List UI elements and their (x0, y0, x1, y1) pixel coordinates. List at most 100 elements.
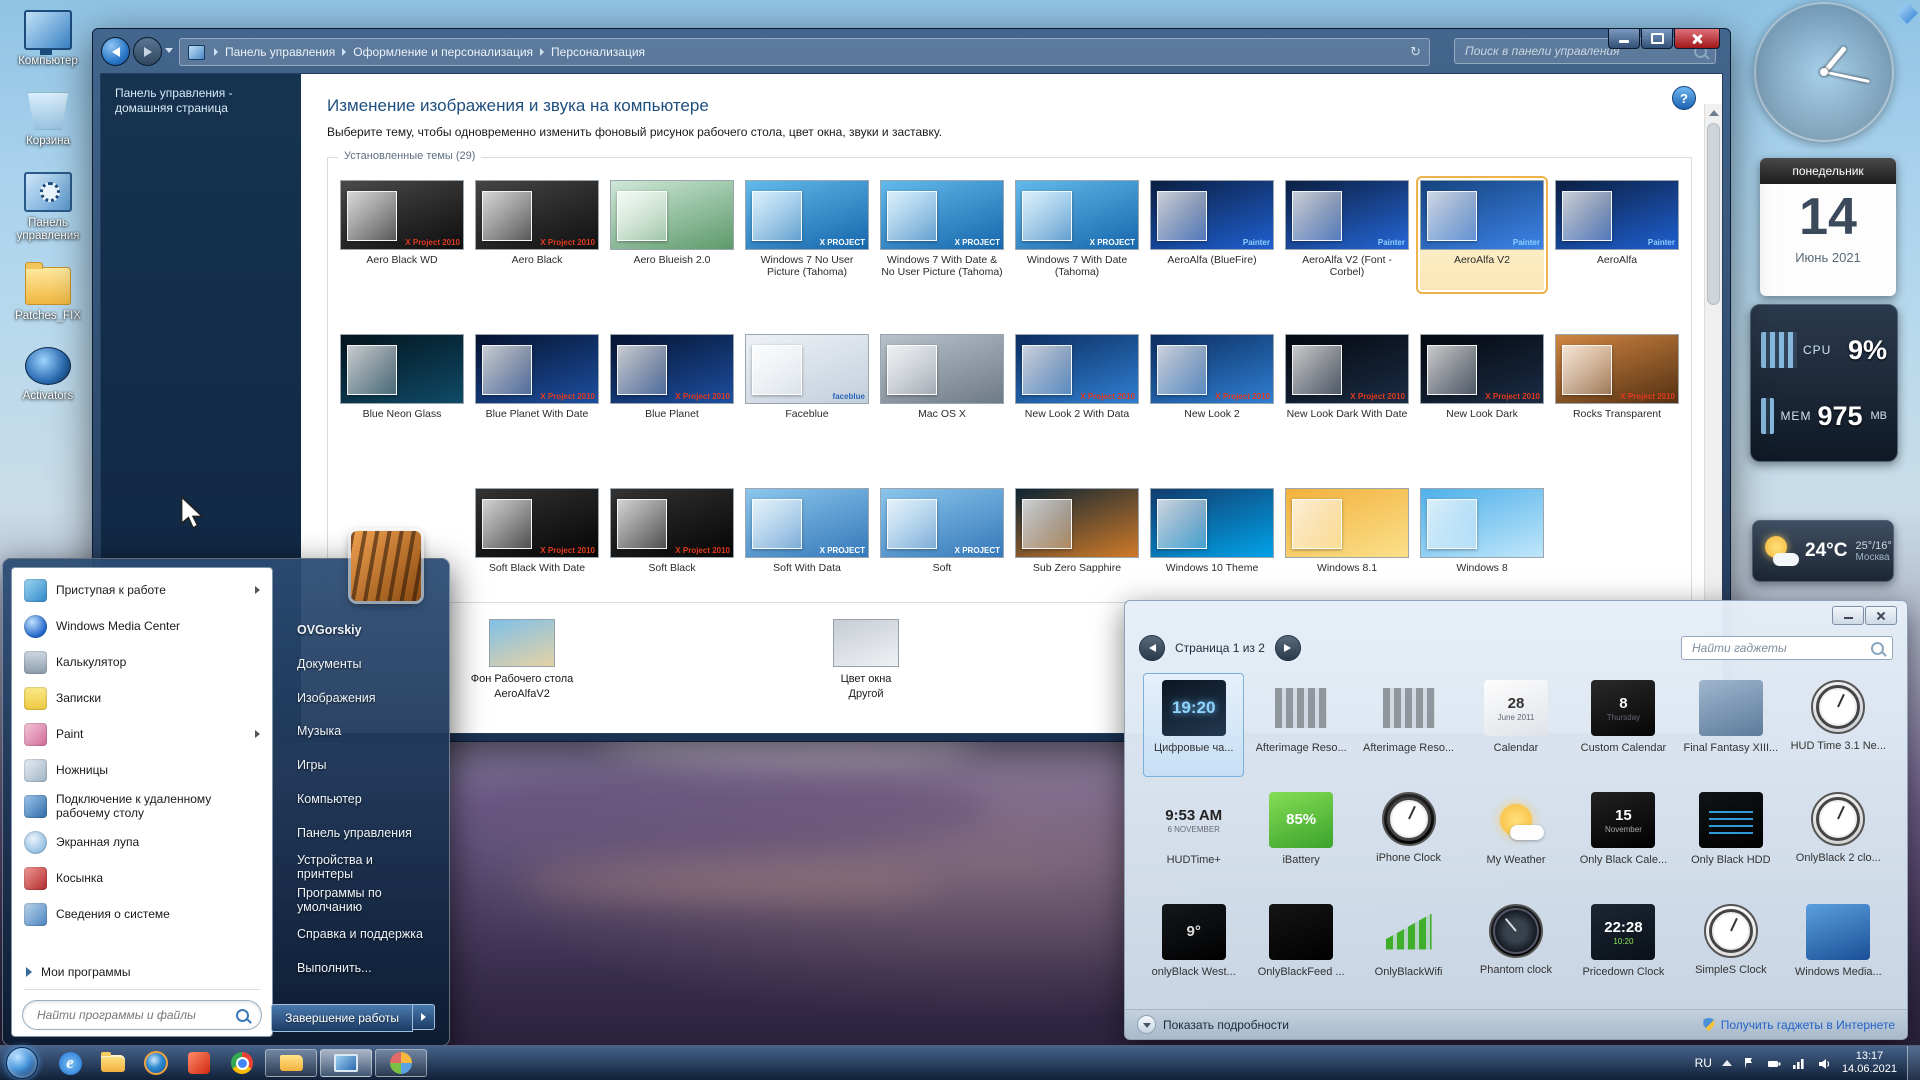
start-search-input[interactable] (35, 1007, 228, 1023)
start-menu-item[interactable]: Windows Media Center (16, 608, 268, 644)
scrollbar-thumb[interactable] (1707, 123, 1720, 305)
gadget-tile[interactable]: SimpleS Clock (1680, 897, 1781, 1001)
desktop-icon[interactable]: Activators (6, 347, 90, 403)
sidebar-home-link[interactable]: Панель управления - домашняя страница (115, 86, 265, 116)
gadget-tile[interactable]: 9:53 AM 6 NOVEMBER HUDTime+ (1143, 785, 1244, 889)
theme-item[interactable]: X PROJECT Soft With Data (745, 488, 869, 598)
start-menu-right-item[interactable]: Изображения (289, 681, 439, 715)
taskbar-button[interactable] (93, 1049, 133, 1077)
maximize-button[interactable] (1641, 29, 1673, 49)
theme-item[interactable]: Aero Blueish 2.0 (610, 180, 734, 290)
gadget-tile[interactable]: 15 November Only Black Cale... (1573, 785, 1674, 889)
desktop-icon[interactable]: Корзина (6, 92, 90, 148)
theme-item[interactable]: X Project 2010 Aero Black (475, 180, 599, 290)
gadget-tile[interactable]: Only Black HDD (1680, 785, 1781, 889)
taskbar-button[interactable] (179, 1049, 219, 1077)
start-menu-item[interactable]: Экранная лупа (16, 824, 268, 860)
start-menu-right-item[interactable]: Музыка (289, 714, 439, 748)
start-menu-right-item[interactable]: Устройства и принтеры (289, 850, 439, 884)
clock-tray[interactable]: 13:17 14.06.2021 (1842, 1050, 1897, 1076)
taskbar-button[interactable] (265, 1049, 317, 1077)
theme-item[interactable]: Mac OS X (880, 334, 1004, 444)
gadget-tile[interactable]: 9° onlyBlack West... (1143, 897, 1244, 1001)
network-icon[interactable] (1792, 1056, 1807, 1071)
gadget-tile[interactable]: 22:28 10:20 Pricedown Clock (1573, 897, 1674, 1001)
start-menu-item[interactable]: Калькулятор (16, 644, 268, 680)
start-menu-right-item[interactable]: Выполнить... (289, 951, 439, 985)
address-bar[interactable]: Панель управления Оформление и персонали… (179, 38, 1430, 66)
close-button[interactable] (1865, 606, 1897, 625)
all-programs-button[interactable]: Мои программы (16, 959, 268, 985)
theme-item[interactable]: X PROJECT Windows 7 With Date & No User … (880, 180, 1004, 290)
theme-item[interactable]: X Project 2010 New Look Dark With Date (1285, 334, 1409, 444)
theme-item[interactable]: Sub Zero Sapphire (1015, 488, 1139, 598)
start-menu-item[interactable]: Подключение к удаленному рабочему столу (16, 788, 268, 824)
gadget-tile[interactable]: Afterimage Reso... (1358, 673, 1459, 777)
start-menu-item[interactable]: Сведения о системе (16, 896, 268, 932)
calendar-gadget[interactable]: понедельник 14 Июнь 2021 (1760, 158, 1896, 296)
gadget-tile[interactable]: iPhone Clock (1358, 785, 1459, 889)
taskbar-button[interactable] (222, 1049, 262, 1077)
theme-item[interactable]: X Project 2010 Soft Black With Date (475, 488, 599, 598)
gadget-search-input[interactable] (1690, 640, 1865, 656)
taskbar-button[interactable] (375, 1049, 427, 1077)
start-menu-right-item[interactable]: Компьютер (289, 782, 439, 816)
start-menu-item[interactable]: Записки (16, 680, 268, 716)
desktop-icon[interactable]: Панель управления (6, 172, 90, 243)
theme-setting-item[interactable]: Цвет окна Другой (801, 619, 931, 700)
theme-item[interactable]: X Project 2010 New Look Dark (1420, 334, 1544, 444)
cpu-meter-gadget[interactable]: CPU 9% MEM 975 MB (1750, 304, 1898, 462)
start-menu-right-item[interactable]: Документы (289, 647, 439, 681)
start-menu-right-item[interactable]: Игры (289, 748, 439, 782)
desktop-icon[interactable]: Patches_FIX (6, 267, 90, 323)
theme-item[interactable]: Painter AeroAlfa (1555, 180, 1679, 290)
back-button[interactable] (101, 37, 130, 66)
theme-item[interactable]: X Project 2010 Aero Black WD (340, 180, 464, 290)
language-indicator[interactable]: RU (1695, 1056, 1712, 1070)
user-avatar[interactable] (351, 531, 421, 601)
gadget-tile[interactable]: Windows Media... (1788, 897, 1889, 1001)
gadget-tile[interactable]: OnlyBlackWifi (1358, 897, 1459, 1001)
gadget-tile[interactable]: 19:20 Цифровые ча... (1143, 673, 1244, 777)
show-details-button[interactable]: Показать подробности (1137, 1015, 1289, 1034)
gadget-tile[interactable]: 28 June 2011 Calendar (1465, 673, 1566, 777)
taskbar-button[interactable] (136, 1049, 176, 1077)
close-button[interactable] (1674, 29, 1720, 49)
gadget-tile[interactable]: 85% iBattery (1250, 785, 1351, 889)
theme-item[interactable]: Windows 8.1 (1285, 488, 1409, 598)
taskbar-button[interactable] (320, 1049, 372, 1077)
gadget-tile[interactable]: My Weather (1465, 785, 1566, 889)
start-menu-right-item[interactable]: Справка и поддержка (289, 917, 439, 951)
gadget-tile[interactable]: OnlyBlack 2 clo... (1788, 785, 1889, 889)
theme-item[interactable]: Painter AeroAlfa V2 (1420, 180, 1544, 290)
breadcrumb-item[interactable]: Панель управления (225, 45, 335, 59)
theme-setting-item[interactable]: Фон Рабочего стола AeroAlfaV2 (457, 619, 587, 700)
refresh-icon[interactable]: ↻ (1410, 44, 1421, 60)
battery-icon[interactable] (1767, 1056, 1782, 1071)
gadget-tile[interactable]: Phantom clock (1465, 897, 1566, 1001)
minimize-button[interactable] (1832, 606, 1864, 625)
forward-button[interactable] (133, 37, 162, 66)
minimize-button[interactable] (1608, 29, 1640, 49)
get-gadgets-online-link[interactable]: Получить гаджеты в Интернете (1703, 1018, 1895, 1032)
gadget-tile[interactable]: Final Fantasy XIII... (1680, 673, 1781, 777)
volume-icon[interactable] (1817, 1056, 1832, 1071)
shutdown-options-arrow[interactable] (413, 1004, 435, 1030)
start-button[interactable] (6, 1047, 38, 1079)
theme-item[interactable]: X PROJECT Windows 7 No User Picture (Tah… (745, 180, 869, 290)
breadcrumb-item[interactable]: Персонализация (551, 45, 645, 59)
theme-item[interactable]: X Project 2010 Blue Planet (610, 334, 734, 444)
start-menu-right-item[interactable]: OVGorskiy (289, 613, 439, 647)
theme-item[interactable]: Blue Neon Glass (340, 334, 464, 444)
theme-item[interactable]: X Project 2010 Blue Planet With Date (475, 334, 599, 444)
theme-item[interactable]: X PROJECT Soft (880, 488, 1004, 598)
breadcrumb-item[interactable]: Оформление и персонализация (353, 45, 533, 59)
theme-item[interactable]: faceblue Faceblue (745, 334, 869, 444)
weather-gadget[interactable]: 24°C 25°/16° Москва (1752, 520, 1894, 582)
taskbar-button[interactable] (50, 1049, 90, 1077)
start-menu-item[interactable]: Косынка (16, 860, 268, 896)
gadget-tile[interactable]: OnlyBlackFeed ... (1250, 897, 1351, 1001)
theme-item[interactable]: Windows 8 (1420, 488, 1544, 598)
theme-item[interactable]: Windows 10 Theme (1150, 488, 1274, 598)
desktop-icon[interactable]: Компьютер (6, 10, 90, 68)
